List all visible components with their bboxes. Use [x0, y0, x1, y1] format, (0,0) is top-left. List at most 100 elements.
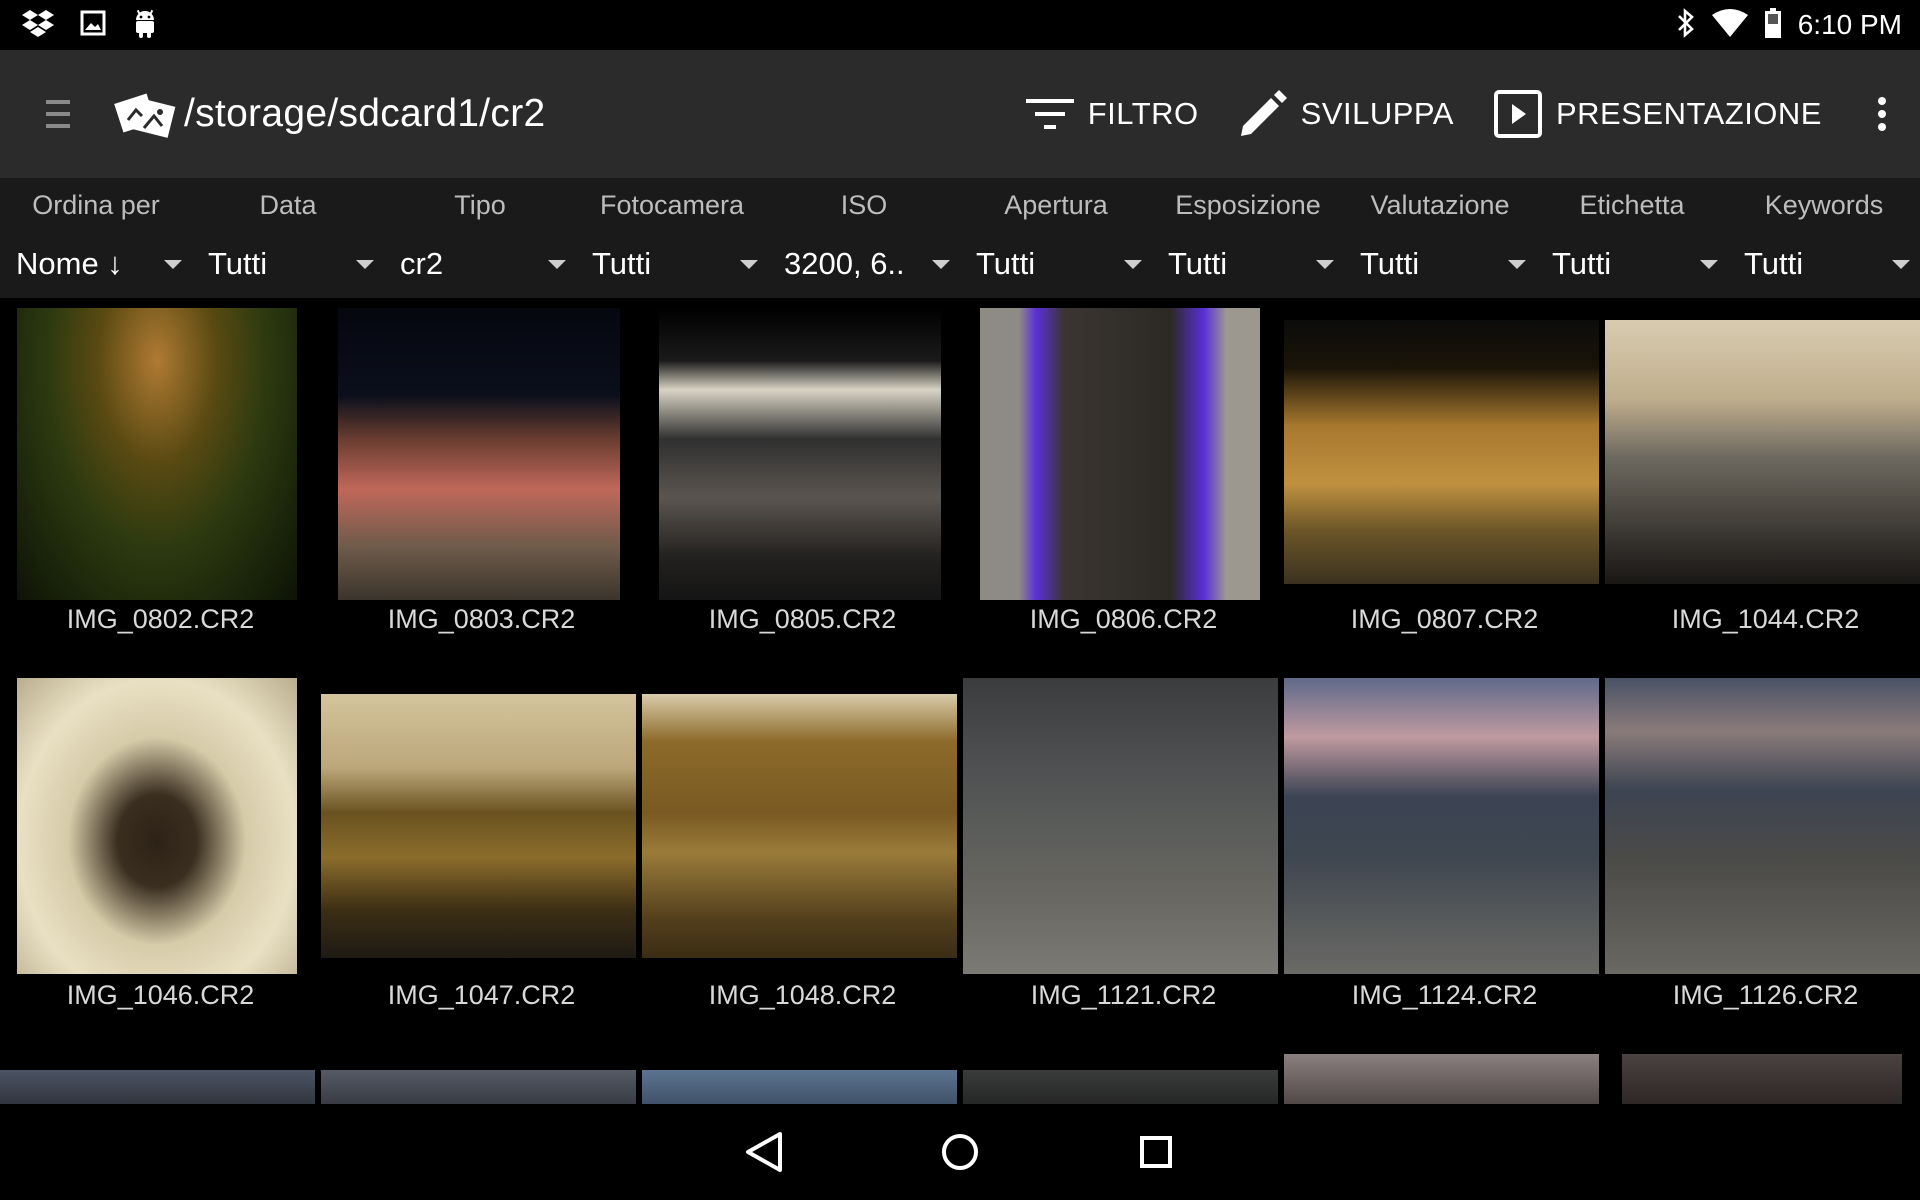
thumbnail-cell[interactable]: IMG_0806.CR2	[963, 298, 1284, 658]
filter-exposure[interactable]: Esposizione Tutti	[1152, 178, 1344, 298]
thumbnail-filename: IMG_0807.CR2	[1350, 604, 1539, 634]
bluetooth-icon	[1676, 7, 1696, 43]
thumbnail-filename: IMG_0806.CR2	[1029, 604, 1218, 634]
filter-value: cr2	[400, 246, 444, 281]
filter-date[interactable]: Data Tutti	[192, 178, 384, 298]
filter-label[interactable]: Etichetta Tutti	[1536, 178, 1728, 298]
thumbnail-cell[interactable]: IMG_1046.CR2	[0, 658, 321, 1038]
thumbnail-image	[17, 308, 297, 600]
filter-rating[interactable]: Valutazione Tutti	[1344, 178, 1536, 298]
thumbnail-filename: IMG_1048.CR2	[708, 980, 897, 1010]
filter-sort-by[interactable]: Ordina per Nome ↓	[0, 178, 192, 298]
thumbnail-cell[interactable]: IMG_0802.CR2	[0, 298, 321, 658]
filter-value: Tutti	[208, 246, 268, 281]
thumbnail-filename: IMG_0805.CR2	[708, 604, 897, 634]
recents-icon	[1140, 1136, 1172, 1168]
thumbnail-cell[interactable]: IMG_0805.CR2	[642, 298, 963, 658]
thumbnail-image	[17, 678, 297, 974]
filter-header: Tipo	[454, 190, 506, 220]
top-toolbar: /storage/sdcard1/cr2 FILTRO SVILUPPA PRE…	[0, 50, 1920, 178]
thumbnail-image[interactable]	[1622, 1054, 1902, 1104]
thumbnail-filename: IMG_1044.CR2	[1671, 604, 1860, 634]
thumbnail-cell[interactable]: IMG_0807.CR2	[1284, 298, 1605, 658]
thumbnail-cell[interactable]: IMG_1124.CR2	[1284, 658, 1605, 1038]
thumbnail-image[interactable]	[321, 1070, 636, 1104]
filter-keywords[interactable]: Keywords Tutti	[1728, 178, 1920, 298]
filter-type[interactable]: Tipo cr2	[384, 178, 576, 298]
thumbnail-image[interactable]	[642, 1070, 957, 1104]
status-bar: 6:10 PM	[0, 0, 1920, 50]
home-button[interactable]	[927, 1119, 993, 1185]
filter-header: Esposizione	[1175, 190, 1321, 220]
filter-header: Data	[259, 190, 317, 220]
wifi-icon	[1711, 8, 1748, 42]
thumbnail-filename: IMG_0802.CR2	[66, 604, 255, 634]
dropbox-icon	[22, 9, 54, 42]
thumbnail-filename: IMG_0803.CR2	[387, 604, 576, 634]
recents-button[interactable]	[1123, 1119, 1189, 1185]
dropdown-arrow-icon	[356, 260, 374, 269]
develop-button[interactable]: SVILUPPA	[1239, 90, 1454, 138]
filter-header: Fotocamera	[599, 190, 745, 220]
thumbnail-cell[interactable]: IMG_1048.CR2	[642, 658, 963, 1038]
thumbnail-image	[338, 308, 620, 600]
battery-icon	[1764, 7, 1782, 43]
thumbnail-cell[interactable]: IMG_1126.CR2	[1605, 658, 1920, 1038]
filter-button[interactable]: FILTRO	[1025, 96, 1199, 132]
filter-header: Keywords	[1764, 190, 1884, 220]
dropdown-arrow-icon	[1508, 260, 1526, 269]
thumbnail-image	[963, 678, 1278, 974]
filter-value: Tutti	[976, 246, 1036, 281]
thumbnail-cell[interactable]: IMG_1044.CR2	[1605, 298, 1920, 658]
image-icon	[80, 10, 106, 41]
thumbnail-filename: IMG_1126.CR2	[1672, 980, 1859, 1010]
dropdown-arrow-icon	[1316, 260, 1334, 269]
thumbnail-image[interactable]	[963, 1070, 1278, 1104]
back-button[interactable]	[731, 1119, 797, 1185]
filter-value: Tutti	[1744, 246, 1804, 281]
more-options-button[interactable]	[1862, 84, 1902, 144]
filter-bar: Ordina per Nome ↓ Data Tutti Tipo cr2 Fo…	[0, 178, 1920, 298]
clock: 6:10 PM	[1797, 9, 1902, 40]
folder-path-title: /storage/sdcard1/cr2	[184, 92, 546, 135]
system-navigation-bar	[0, 1104, 1920, 1200]
thumbnail-grid[interactable]: IMG_0802.CR2 IMG_0803.CR2 IMG_0805.CR2 I…	[0, 298, 1920, 1104]
dropdown-arrow-icon	[548, 260, 566, 269]
dropdown-arrow-icon	[1892, 260, 1910, 269]
navigation-menu-button[interactable]	[28, 84, 88, 144]
filter-header: Apertura	[1004, 190, 1108, 220]
thumbnail-cell[interactable]: IMG_1121.CR2	[963, 658, 1284, 1038]
thumbnail-image	[659, 308, 941, 600]
thumbnail-image	[1605, 678, 1920, 974]
thumbnail-cell[interactable]: IMG_0803.CR2	[321, 298, 642, 658]
filter-aperture[interactable]: Apertura Tutti	[960, 178, 1152, 298]
filter-value: Tutti	[592, 246, 652, 281]
filter-value: Tutti	[1360, 246, 1420, 281]
thumbnail-cell[interactable]: IMG_1047.CR2	[321, 658, 642, 1038]
filter-button-label: FILTRO	[1087, 96, 1199, 131]
filter-icon	[1025, 99, 1074, 129]
filter-header: Ordina per	[32, 190, 160, 220]
filter-value: Tutti	[1552, 246, 1612, 281]
thumbnail-filename: IMG_1124.CR2	[1351, 980, 1538, 1010]
thumbnail-image[interactable]	[1284, 1054, 1599, 1104]
android-icon	[132, 8, 158, 43]
filter-value: 3200, 6..	[784, 246, 905, 281]
filter-value: Nome ↓	[16, 246, 123, 281]
thumbnail-image	[980, 308, 1260, 600]
filter-iso[interactable]: ISO 3200, 6..	[768, 178, 960, 298]
thumbnail-image[interactable]	[0, 1070, 315, 1104]
play-box-icon	[1493, 90, 1542, 138]
thumbnail-image	[642, 694, 957, 958]
filter-camera[interactable]: Fotocamera Tutti	[576, 178, 768, 298]
develop-button-label: SVILUPPA	[1300, 96, 1454, 131]
more-vert-icon	[1878, 97, 1886, 131]
thumbnail-image	[1284, 678, 1599, 974]
filter-header: Valutazione	[1370, 190, 1510, 220]
thumbnail-filename: IMG_1046.CR2	[66, 980, 255, 1010]
filter-header: ISO	[840, 190, 888, 220]
thumbnail-image	[1284, 320, 1599, 584]
slideshow-button[interactable]: PRESENTAZIONE	[1493, 90, 1822, 138]
app-logo-icon	[114, 84, 178, 144]
filter-header: Etichetta	[1579, 190, 1685, 220]
